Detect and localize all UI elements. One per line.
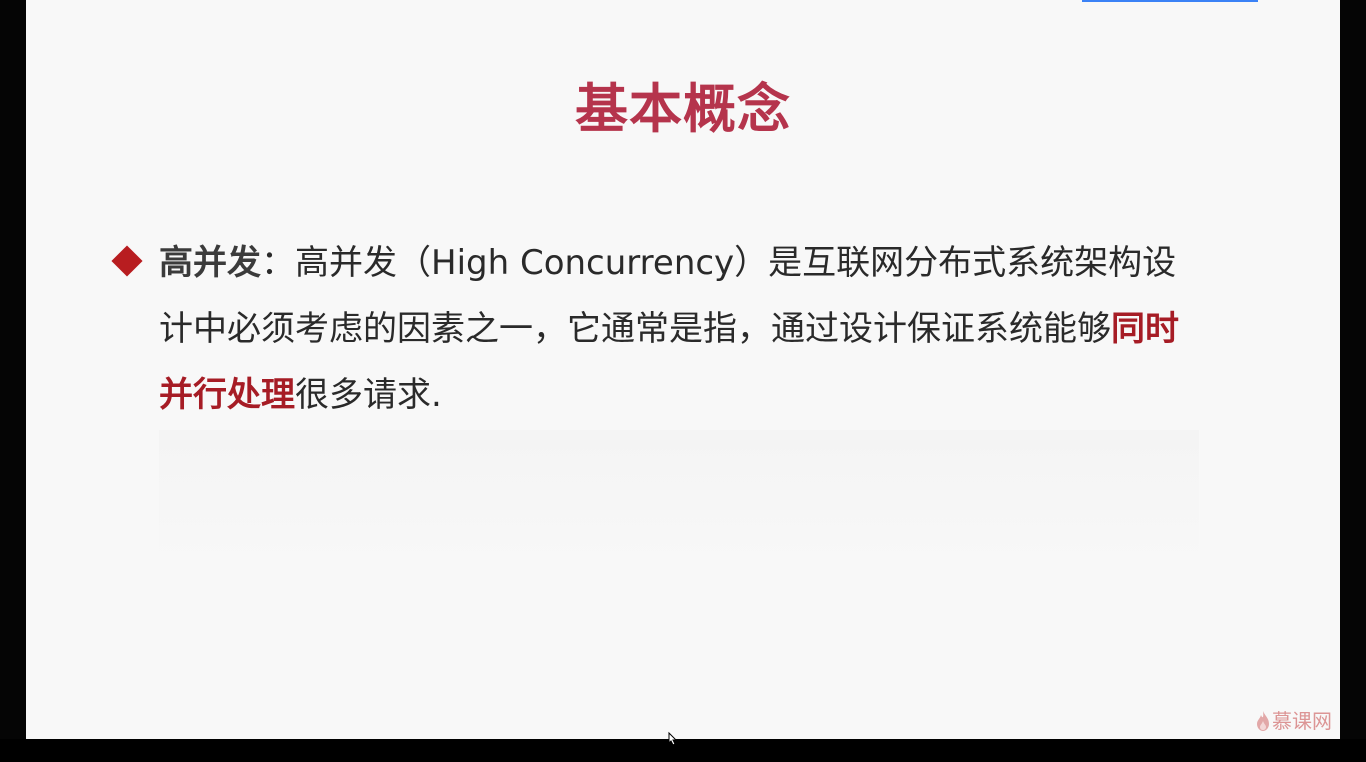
bullet-term: 高并发: [159, 243, 261, 283]
flame-icon: [1256, 710, 1270, 732]
diamond-bullet-icon: [111, 245, 143, 277]
video-frame: 基本概念 高并发：高并发（High Concurrency）是互联网分布式系统架…: [0, 0, 1366, 762]
brand-logo-text: 慕课网: [1272, 709, 1332, 733]
slide-body-paragraph: 高并发：高并发（High Concurrency）是互联网分布式系统架构设计中必…: [159, 230, 1199, 428]
brand-logo: 慕课网: [1256, 709, 1332, 733]
player-bottom-bar: [0, 739, 1366, 762]
body-text-part1: 高并发（High Concurrency）是互联网分布式系统架构设计中必须考虑的…: [159, 243, 1177, 349]
presentation-slide: 基本概念 高并发：高并发（High Concurrency）是互联网分布式系统架…: [26, 0, 1340, 739]
bullet-separator: ：: [261, 243, 295, 283]
mouse-cursor-icon: [668, 731, 678, 746]
body-text-part2: 很多请求.: [295, 375, 442, 415]
top-accent-bar: [1082, 0, 1258, 2]
slide-title: 基本概念: [575, 79, 791, 140]
faded-region: [159, 430, 1199, 570]
